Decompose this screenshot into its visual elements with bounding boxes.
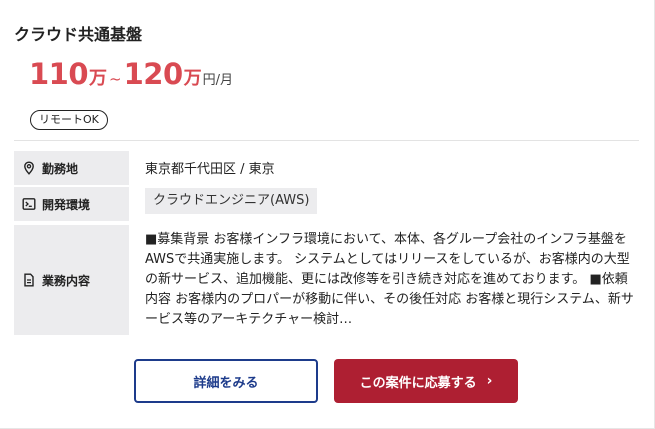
job-title[interactable]: クラウド共通基盤 — [14, 21, 142, 45]
terminal-icon — [22, 198, 36, 210]
document-icon — [24, 273, 34, 287]
price-max-unit: 万 — [183, 68, 202, 89]
map-pin-icon — [24, 161, 34, 175]
location-value: 東京都千代田区 / 東京 — [145, 162, 275, 177]
desc-label: 業務内容 — [14, 225, 129, 335]
price-tilde: ~ — [109, 70, 122, 88]
detail-button[interactable]: 詳細をみる — [134, 359, 318, 403]
apply-button[interactable]: この案件に応募する › — [334, 359, 518, 403]
price-unit: 円/月 — [202, 73, 234, 88]
location-label-text: 勤務地 — [42, 161, 79, 176]
detail-button-label: 詳細をみる — [193, 375, 259, 391]
price-range: 110 万 ~ 120 万 円/月 — [29, 57, 233, 97]
price-min-unit: 万 — [89, 68, 108, 89]
apply-button-label: この案件に応募する — [359, 375, 477, 391]
chevron-right-icon: › — [486, 373, 493, 389]
divider — [14, 140, 639, 141]
price-max: 120 — [123, 57, 184, 91]
env-label-text: 開発環境 — [42, 197, 91, 212]
env-tag[interactable]: クラウドエンジニア(AWS) — [145, 188, 318, 214]
remote-badge: リモートOK — [30, 110, 108, 130]
price-min: 110 — [29, 57, 89, 91]
job-card: クラウド共通基盤 110 万 ~ 120 万 円/月 リモートOK 勤務地 東京… — [0, 0, 655, 429]
desc-value: ■募集背景 お客様インフラ環境において、本体、各グループ会社のインフラ基盤をAW… — [145, 232, 634, 327]
location-label: 勤務地 — [14, 151, 129, 185]
env-label: 開発環境 — [14, 187, 129, 221]
desc-label-text: 業務内容 — [42, 273, 91, 288]
